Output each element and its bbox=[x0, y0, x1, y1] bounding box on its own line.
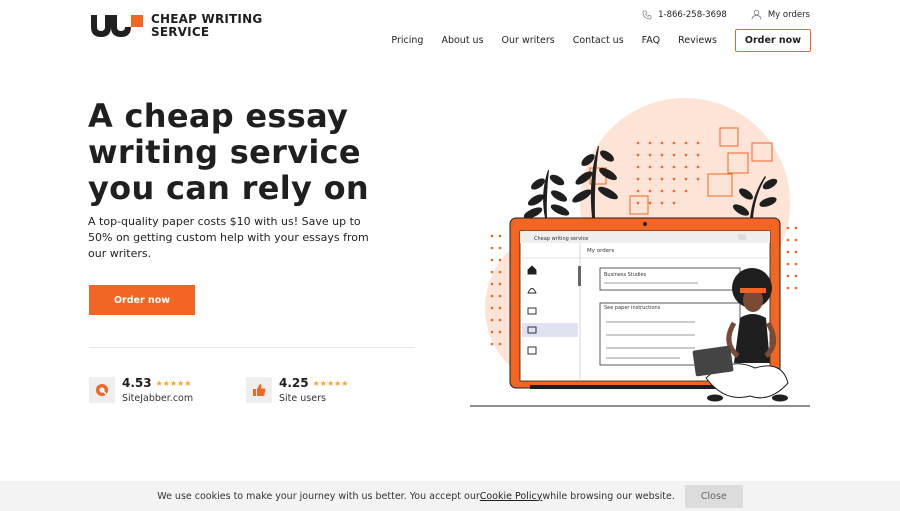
rating-stars: ★★★★★ bbox=[155, 378, 192, 388]
nav-order-now-button[interactable]: Order now bbox=[734, 29, 811, 52]
nav-pricing[interactable]: Pricing bbox=[391, 35, 423, 46]
top-contact-bar: 1-866-258-3698 My orders bbox=[618, 9, 810, 20]
nav-our-writers[interactable]: Our writers bbox=[502, 35, 555, 46]
my-orders-label: My orders bbox=[767, 9, 810, 20]
hero-divider bbox=[89, 347, 415, 348]
order-card-2-title: See paper instructions bbox=[604, 305, 661, 311]
window-title: Cheap writing service bbox=[534, 236, 588, 242]
cookie-text-after: while browsing our website. bbox=[542, 490, 675, 502]
nav-about-us[interactable]: About us bbox=[441, 35, 483, 46]
rating-source: SiteJabber.com bbox=[122, 393, 194, 404]
nav-faq[interactable]: FAQ bbox=[642, 35, 660, 46]
cookie-policy-link[interactable]: Cookie Policy bbox=[480, 491, 543, 502]
brand-name: CHEAP WRITING SERVICE bbox=[151, 13, 262, 39]
rating-score: 4.53 bbox=[122, 376, 152, 390]
cookie-close-button[interactable]: Close bbox=[684, 484, 743, 508]
rating-sitejabber[interactable]: 4.53 ★★★★★ SiteJabber.com bbox=[89, 376, 193, 404]
laptop-illustration: Cheap writing service My orders Business… bbox=[470, 98, 810, 407]
phone-number: 1-866-258-3698 bbox=[658, 9, 727, 20]
hero-illustration: Cheap writing service My orders Business… bbox=[470, 98, 815, 410]
my-orders-link[interactable]: My orders bbox=[751, 9, 810, 20]
panel-title: My orders bbox=[587, 248, 614, 254]
phone-icon bbox=[642, 10, 652, 19]
hero-subtitle: A top-quality paper costs $10 with us! S… bbox=[88, 215, 369, 260]
rating-source: Site users bbox=[279, 393, 326, 404]
thumbs-up-icon bbox=[246, 377, 272, 403]
brand-name-line2: SERVICE bbox=[151, 25, 210, 39]
user-icon bbox=[751, 9, 762, 20]
hero-order-now-button[interactable]: Order now bbox=[89, 285, 195, 315]
nav-reviews[interactable]: Reviews bbox=[678, 35, 717, 46]
main-nav: Pricing About us Our writers Contact us … bbox=[373, 29, 811, 52]
hero-title: A cheap essay writing service you can re… bbox=[88, 97, 369, 207]
brand-logo[interactable]: CHEAP WRITING SERVICE bbox=[89, 13, 262, 39]
rating-stars: ★★★★★ bbox=[312, 378, 349, 388]
order-card-1-title: Business Studies bbox=[604, 272, 647, 278]
rating-score: 4.25 bbox=[279, 376, 309, 390]
cookie-text-before: We use cookies to make your journey with… bbox=[157, 490, 480, 502]
cookie-banner: We use cookies to make your journey with… bbox=[0, 481, 900, 511]
phone-link[interactable]: 1-866-258-3698 bbox=[642, 10, 727, 20]
sitejabber-icon bbox=[89, 377, 115, 403]
logo-mark-icon bbox=[89, 13, 145, 39]
rating-site-users[interactable]: 4.25 ★★★★★ Site users bbox=[246, 376, 348, 404]
nav-contact-us[interactable]: Contact us bbox=[573, 35, 624, 46]
